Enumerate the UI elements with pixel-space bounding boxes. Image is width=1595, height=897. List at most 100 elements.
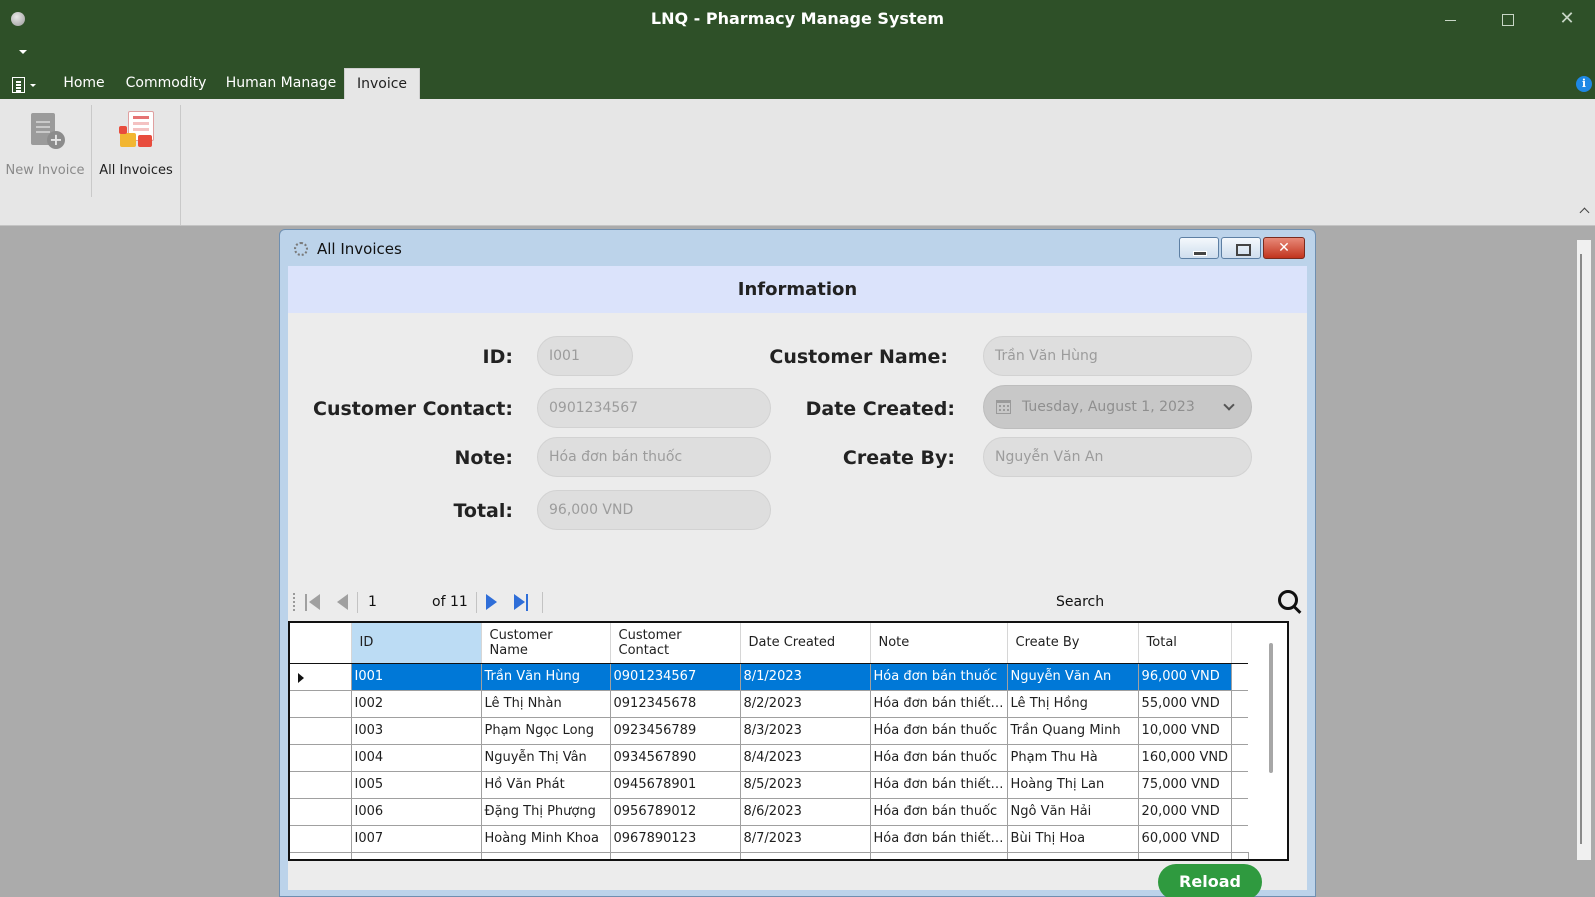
row-header-corner[interactable] (290, 623, 352, 664)
table-cell[interactable]: Hóa đơn bán thuốc (870, 798, 1008, 826)
table-cell[interactable]: 8/5/2023 (740, 771, 871, 799)
table-cell[interactable]: 160,000 VND (1138, 744, 1233, 772)
table-cell[interactable]: 96,000 VND (1138, 663, 1233, 691)
table-cell[interactable]: Đặng Thị Phượng (481, 798, 611, 826)
table-cell[interactable]: Lê Thị Nhàn (481, 690, 611, 718)
window-minimize-button[interactable] (1428, 6, 1474, 34)
table-cell[interactable]: I002 (351, 690, 482, 718)
table-cell[interactable]: 8/7/2023 (740, 825, 871, 853)
row-header[interactable] (290, 771, 352, 799)
note-field[interactable]: Hóa đơn bán thuốc (537, 437, 771, 477)
table-cell[interactable]: I003 (351, 717, 482, 745)
row-header[interactable] (290, 825, 352, 853)
table-row[interactable]: I002 Lê Thị Nhàn 0912345678 8/2/2023 Hóa đơn… (290, 690, 1249, 718)
tab-commodity[interactable]: Commodity (122, 68, 210, 99)
table-cell[interactable]: 0956789012 (610, 798, 741, 826)
move-previous-button[interactable] (337, 594, 348, 610)
table-cell[interactable]: Phạm Ngọc Long (481, 717, 611, 745)
tab-invoice[interactable]: Invoice (344, 68, 420, 99)
table-cell[interactable]: Trần Văn Hùng (481, 663, 611, 691)
column-header-create-by[interactable]: Create By (1007, 623, 1139, 664)
table-cell[interactable]: Ngô Văn Hải (1007, 798, 1139, 826)
table-row[interactable]: I006 Đặng Thị Phượng 0956789012 8/6/2023 Hóa… (290, 798, 1249, 826)
tab-home[interactable]: Home (56, 68, 112, 99)
table-cell[interactable]: 60,000 VND (1138, 825, 1233, 853)
table-cell[interactable]: Hóa đơn bán thuốc (870, 717, 1008, 745)
table-cell[interactable]: Bùi Thị Hoa (1007, 825, 1139, 853)
date-created-picker[interactable]: Tuesday, August 1, 2023 (983, 385, 1252, 429)
row-header[interactable] (290, 690, 352, 718)
customer-name-field[interactable]: Trần Văn Hùng (983, 336, 1252, 376)
reload-button[interactable]: Reload (1158, 864, 1262, 897)
move-last-button[interactable] (514, 594, 530, 611)
table-cell[interactable]: 20,000 VND (1138, 798, 1233, 826)
table-cell[interactable]: 10,000 VND (1138, 717, 1233, 745)
row-header[interactable] (290, 717, 352, 745)
workspace-scrollbar[interactable] (1577, 240, 1591, 860)
table-cell[interactable]: 8/1/2023 (740, 663, 871, 691)
column-header-note[interactable]: Note (870, 623, 1008, 664)
table-cell[interactable]: Hồ Văn Phát (481, 771, 611, 799)
table-cell[interactable]: 8/3/2023 (740, 717, 871, 745)
table-cell[interactable]: Hóa đơn bán thiết… (870, 825, 1008, 853)
table-cell[interactable]: Hoàng Minh Khoa (481, 825, 611, 853)
search-input[interactable] (1111, 588, 1256, 616)
row-header[interactable] (290, 744, 352, 772)
table-cell[interactable]: 75,000 VND (1138, 771, 1233, 799)
column-header-total[interactable]: Total (1138, 623, 1233, 664)
table-cell[interactable]: 0901234567 (610, 663, 741, 691)
table-cell[interactable]: Hóa đơn bán thiết… (870, 771, 1008, 799)
table-cell[interactable]: 0912345678 (610, 690, 741, 718)
window-close-button[interactable]: ✕ (1544, 6, 1590, 34)
table-cell[interactable]: 0967890123 (610, 825, 741, 853)
toolbar-grip[interactable] (293, 593, 295, 611)
table-cell[interactable]: I001 (351, 663, 482, 691)
create-by-field[interactable]: Nguyễn Văn An (983, 437, 1252, 477)
table-cell[interactable]: 8/6/2023 (740, 798, 871, 826)
row-header[interactable] (290, 663, 352, 691)
tab-human-manage[interactable]: Human Manage (220, 68, 342, 99)
column-header-id[interactable]: ID (351, 623, 482, 664)
table-cell[interactable]: 55,000 VND (1138, 690, 1233, 718)
grid-scrollbar[interactable] (1269, 643, 1273, 773)
search-icon[interactable] (1278, 590, 1302, 614)
table-cell[interactable]: I006 (351, 798, 482, 826)
table-cell[interactable]: Lê Thị Hồng (1007, 690, 1139, 718)
invoices-grid[interactable]: ID Customer Name Customer Contact Date C… (288, 621, 1289, 861)
column-header-date-created[interactable]: Date Created (740, 623, 871, 664)
table-cell[interactable]: I005 (351, 771, 482, 799)
table-cell[interactable]: Hóa đơn bán thuốc (870, 744, 1008, 772)
table-cell[interactable]: Nguyễn Văn An (1007, 663, 1139, 691)
new-invoice-button[interactable]: + New Invoice (4, 109, 86, 178)
table-cell[interactable]: Phạm Thu Hà (1007, 744, 1139, 772)
column-header-customer-contact[interactable]: Customer Contact (610, 623, 741, 664)
table-cell[interactable]: 8/2/2023 (740, 690, 871, 718)
child-restore-button[interactable] (1221, 237, 1261, 259)
child-close-button[interactable]: ✕ (1263, 237, 1305, 259)
table-cell[interactable]: Hóa đơn bán thuốc (870, 663, 1008, 691)
ribbon-app-menu-icon[interactable] (12, 76, 38, 94)
table-cell[interactable]: Hoàng Thị Lan (1007, 771, 1139, 799)
table-cell[interactable]: Nguyễn Thị Vân (481, 744, 611, 772)
info-icon[interactable]: i (1576, 76, 1592, 92)
table-row[interactable]: I004 Nguyễn Thị Vân 0934567890 8/4/2023 Hóa … (290, 744, 1249, 772)
total-field[interactable]: 96,000 VND (537, 490, 771, 530)
child-minimize-button[interactable] (1179, 237, 1219, 259)
table-cell[interactable]: Hóa đơn bán thiết… (870, 690, 1008, 718)
table-cell[interactable]: 8/4/2023 (740, 744, 871, 772)
chevron-down-icon[interactable] (1223, 399, 1235, 411)
row-header[interactable] (290, 798, 352, 826)
move-first-button[interactable] (305, 594, 321, 611)
table-cell[interactable]: I007 (351, 825, 482, 853)
id-field[interactable]: I001 (537, 336, 633, 376)
all-invoices-button[interactable]: All Invoices (98, 109, 174, 178)
window-maximize-button[interactable] (1485, 6, 1531, 34)
customer-contact-field[interactable]: 0901234567 (537, 388, 771, 428)
table-row[interactable]: I003 Phạm Ngọc Long 0923456789 8/3/2023 Hóa … (290, 717, 1249, 745)
move-next-button[interactable] (486, 594, 497, 610)
table-cell[interactable]: 0923456789 (610, 717, 741, 745)
table-cell[interactable]: Trần Quang Minh (1007, 717, 1139, 745)
table-row[interactable]: I007 Hoàng Minh Khoa 0967890123 8/7/2023 Hóa… (290, 825, 1249, 853)
table-cell[interactable]: 0945678901 (610, 771, 741, 799)
table-cell[interactable]: I004 (351, 744, 482, 772)
